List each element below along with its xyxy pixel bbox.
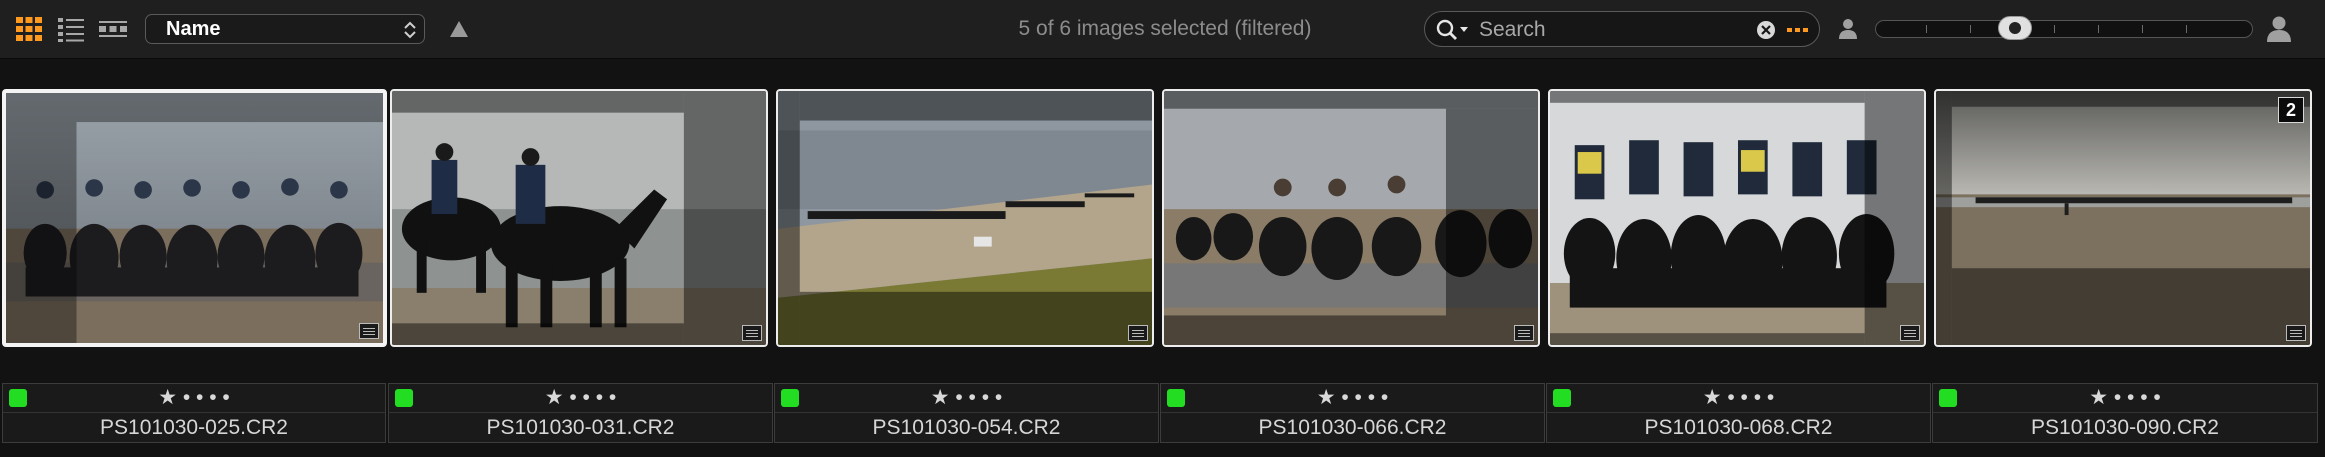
up-down-chevron-icon [404,21,416,39]
small-thumbnail-size-icon[interactable] [1838,18,1858,40]
list-view-button[interactable] [56,14,86,44]
metadata-icon[interactable] [1514,325,1534,341]
photo-group-of-riders [1550,91,1924,345]
browser-toolbar: Name 5 of 6 images selected (filtered) [0,0,2325,59]
metadata-icon[interactable] [1900,325,1920,341]
photo-overcast-beach-panorama [1936,91,2310,345]
filename-label[interactable]: PS101030-031.CR2 [389,413,772,443]
rating-row: ★ • • • • [1161,384,1544,413]
rating-row: ★ • • • • [1933,384,2317,413]
rating-row: ★ • • • • [1547,384,1930,413]
thumbnail-image[interactable] [2,89,387,347]
metadata-icon[interactable] [742,325,762,341]
slider-tick [2054,25,2055,33]
filename-label[interactable]: PS101030-054.CR2 [775,413,1158,443]
slider-tick [1926,25,1927,33]
filename-label[interactable]: PS101030-090.CR2 [1933,413,2317,443]
slider-tick [2098,25,2099,33]
photo-riders-on-beach [6,93,383,343]
filmstrip-view-button[interactable] [98,14,128,44]
search-field[interactable] [1424,11,1820,47]
rating-row: ★ • • • • [389,384,772,413]
thumbnail-image[interactable] [1548,89,1926,347]
thumbnail-info: ★ • • • • PS101030-054.CR2 [774,383,1159,443]
slider-tick [1970,25,1971,33]
metadata-icon[interactable] [1128,325,1148,341]
slider-tick [2142,25,2143,33]
grid-view-icon [16,17,42,41]
metadata-icon[interactable] [2286,325,2306,341]
grid-view-button[interactable] [14,14,44,44]
selection-status: 5 of 6 images selected (filtered) [1018,17,1312,40]
rating-row: ★ • • • • [775,384,1158,413]
more-options-icon[interactable] [1787,26,1809,34]
slider-tick [2186,25,2187,33]
photo-beach-line-of-riders [778,91,1152,345]
search-input[interactable] [1477,16,1721,44]
thumbnail-image[interactable] [1162,89,1540,347]
large-thumbnail-size-icon[interactable] [2266,15,2292,43]
thumbnail-info: ★ • • • • PS101030-066.CR2 [1160,383,1545,443]
slider-knob[interactable] [1998,16,2032,40]
thumbnail-image[interactable]: 2 [1934,89,2312,347]
thumbnail-image[interactable] [776,89,1154,347]
search-icon[interactable] [1435,18,1471,42]
metadata-icon[interactable] [359,323,379,339]
rating-row: ★ • • • • [3,384,385,413]
sort-ascending-triangle-icon[interactable] [448,18,470,40]
star-rating[interactable]: ★ • • • • [1161,384,1544,412]
star-rating[interactable]: ★ • • • • [3,384,385,412]
thumbnail-size-slider[interactable] [1875,16,2253,40]
sort-by-select[interactable]: Name [145,14,425,44]
star-rating[interactable]: ★ • • • • [1933,384,2317,412]
photo-two-riders-black-horses [392,91,766,345]
thumbnail-info: ★ • • • • PS101030-090.CR2 [1932,383,2318,443]
thumbnail-info: ★ • • • • PS101030-025.CR2 [2,383,386,443]
star-rating[interactable]: ★ • • • • [389,384,772,412]
filename-label[interactable]: PS101030-068.CR2 [1547,413,1930,443]
thumbnail-image[interactable] [390,89,768,347]
thumbnail-info: ★ • • • • PS101030-068.CR2 [1546,383,1931,443]
photo-riders-in-surf [1164,91,1538,345]
sort-by-value: Name [166,18,221,40]
filmstrip-view-icon [99,21,127,37]
stack-count-badge[interactable]: 2 [2278,97,2304,123]
clear-search-icon[interactable] [1756,20,1776,40]
list-view-icon [58,18,84,42]
star-rating[interactable]: ★ • • • • [1547,384,1930,412]
filename-label[interactable]: PS101030-025.CR2 [3,413,385,443]
thumbnail-info: ★ • • • • PS101030-031.CR2 [388,383,773,443]
star-rating[interactable]: ★ • • • • [775,384,1158,412]
filename-label[interactable]: PS101030-066.CR2 [1161,413,1544,443]
